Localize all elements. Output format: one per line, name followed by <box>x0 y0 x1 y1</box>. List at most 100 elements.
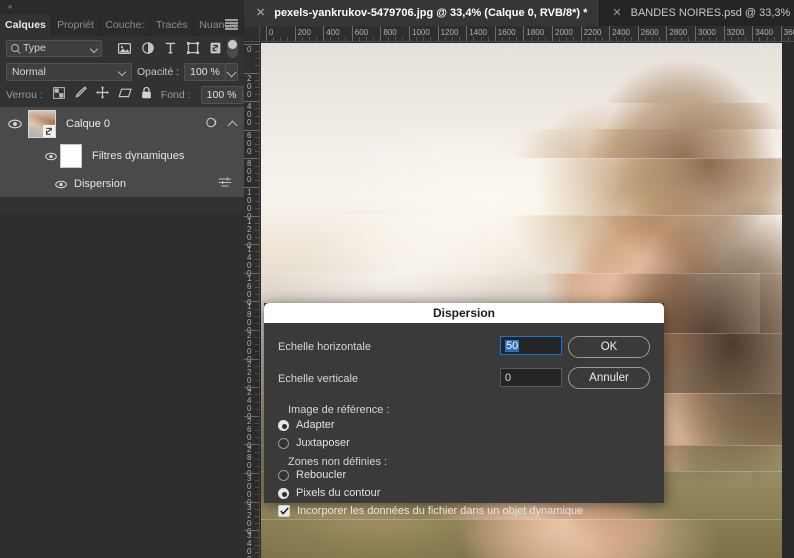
lock-artboard-icon[interactable] <box>118 86 132 104</box>
ruler-minor-tick <box>745 37 747 41</box>
dialog-title-bar[interactable]: Dispersion <box>264 303 664 323</box>
ruler-tick-label: 1400 <box>469 28 487 37</box>
shape-filter-icon[interactable] <box>187 42 199 54</box>
ruler-minor-tick <box>416 37 418 41</box>
smart-filter-icon[interactable] <box>206 115 220 133</box>
document-tab-1-title: pexels-yankrukov-5479706.jpg @ 33,4% (Ca… <box>274 7 588 19</box>
smart-object-filter-icon[interactable] <box>210 42 221 54</box>
layers-panel: « Calques Propriét Couche: Tracés Nuanci… <box>0 0 255 558</box>
ruler-tick-label: 2000 <box>555 28 573 37</box>
undefined-areas-group-title: Zones non définies : <box>288 456 388 468</box>
ruler-tick-label: 1000 <box>412 28 430 37</box>
tab-calques[interactable]: Calques <box>0 14 52 36</box>
dispersion-dialog[interactable]: Dispersion Echelle horizontale 50 Echell… <box>264 303 664 517</box>
chevron-up-icon[interactable] <box>227 120 238 131</box>
document-tab-1[interactable]: ✕ pexels-yankrukov-5479706.jpg @ 33,4% (… <box>244 0 601 26</box>
ruler-minor-tick <box>255 394 259 396</box>
ruler-minor-tick <box>444 37 446 41</box>
ruler-minor-tick <box>301 37 303 41</box>
ruler-tick-label: 2200 <box>583 28 602 37</box>
horizontal-scale-input[interactable]: 50 <box>500 336 562 355</box>
lock-transparency-icon[interactable] <box>52 86 65 104</box>
opacity-dropdown-icon[interactable] <box>226 62 238 81</box>
tab-traces[interactable]: Tracés <box>151 14 195 36</box>
ruler-minor-tick <box>255 494 259 496</box>
ruler-minor-tick <box>401 37 403 41</box>
ruler-minor-tick <box>255 480 259 482</box>
lock-move-icon[interactable] <box>95 86 109 104</box>
lock-paint-icon[interactable] <box>74 86 87 104</box>
ruler-tick-label: 200 <box>247 73 252 99</box>
radio-pixels-du-contour[interactable]: Pixels du contour <box>278 487 380 499</box>
ruler-minor-tick <box>255 79 259 81</box>
ruler-minor-tick <box>255 430 259 432</box>
ruler-minor-tick <box>423 37 425 41</box>
ruler-tick-label: 800 <box>247 159 252 185</box>
photoshop-window: « Calques Propriét Couche: Tracés Nuanci… <box>0 0 794 558</box>
close-icon[interactable]: ✕ <box>612 7 621 19</box>
embed-data-checkbox[interactable]: Incorporer les données du fichier dans u… <box>278 505 583 517</box>
ruler-minor-tick <box>255 322 259 324</box>
cancel-button[interactable]: Annuler <box>568 367 650 389</box>
opacity-label: Opacité : <box>136 65 179 78</box>
ruler-minor-tick <box>473 37 475 41</box>
tab-couches-label: Couche: <box>105 19 145 31</box>
radio-juxtaposer[interactable]: Juxtaposer <box>278 437 350 449</box>
ruler-minor-tick <box>516 37 518 41</box>
ruler-minor-tick <box>255 51 259 53</box>
eye-icon[interactable] <box>6 119 24 129</box>
ruler-minor-tick <box>687 37 689 41</box>
vertical-ruler[interactable]: 0 200 400 600 800 1000 1200 1400 1600 1800 2000 220… <box>244 42 260 558</box>
ruler-minor-tick <box>280 37 282 41</box>
radio-dot-icon <box>278 437 289 449</box>
blend-mode-select[interactable]: Normal <box>6 62 132 81</box>
ruler-minor-tick <box>255 308 259 310</box>
smart-filter-name-label: Dispersion <box>74 178 126 190</box>
layers-list: Calque 0 Filtres dynamiques Dispersion <box>0 107 244 197</box>
text-filter-icon[interactable] <box>165 42 176 54</box>
ruler-minor-tick <box>255 165 259 167</box>
ruler-tick-label: 400 <box>326 28 340 37</box>
eye-icon[interactable] <box>42 152 60 161</box>
tab-proprietes[interactable]: Propriét <box>52 14 101 36</box>
document-area: ✕ pexels-yankrukov-5479706.jpg @ 33,4% (… <box>244 0 794 558</box>
tab-traces-label: Tracés <box>156 19 188 31</box>
hamburger-menu-icon[interactable] <box>225 19 238 30</box>
ruler-tick-label: 1800 <box>526 28 545 37</box>
close-icon[interactable]: ✕ <box>256 7 265 19</box>
radio-adapter-label: Adapter <box>296 419 335 431</box>
ruler-minor-tick <box>673 37 675 41</box>
panel-collapse-bar[interactable]: « <box>0 0 244 14</box>
search-icon <box>11 44 19 52</box>
smart-filter-mask-thumbnail[interactable] <box>60 144 82 168</box>
ruler-minor-tick <box>255 222 259 224</box>
image-filter-icon[interactable] <box>118 42 131 54</box>
radio-adapter[interactable]: Adapter <box>278 419 335 431</box>
adjustment-filter-icon[interactable] <box>142 42 154 54</box>
ruler-minor-tick <box>630 37 632 41</box>
tab-couches[interactable]: Couche: <box>100 14 151 36</box>
eye-icon[interactable] <box>52 180 70 189</box>
opacity-input[interactable]: 100 % <box>184 62 226 81</box>
blending-options-icon[interactable] <box>218 175 232 193</box>
ruler-minor-tick <box>737 37 739 41</box>
document-tab-2[interactable]: ✕ BANDES NOIRES.psd @ 33,3% (Gris/8) <box>600 0 794 26</box>
vertical-scale-input[interactable]: 0 <box>500 368 562 387</box>
ruler-minor-tick <box>487 37 489 41</box>
ruler-minor-tick <box>255 108 259 110</box>
smart-filter-mask-row[interactable]: Filtres dynamiques <box>0 141 244 171</box>
layer-filter-toggle[interactable] <box>227 38 238 58</box>
horizontal-ruler[interactable]: 0 200 400 600 800 1000 1200 1400 1600 1800 2000 220… <box>260 26 794 42</box>
layer-filter-type-select[interactable]: Type <box>6 39 102 57</box>
ruler-minor-tick <box>255 351 259 353</box>
tab-proprietes-label: Propriét <box>57 19 94 31</box>
fill-input[interactable]: 100 % <box>200 86 243 104</box>
ok-button[interactable]: OK <box>568 336 650 358</box>
smart-filter-row-dispersion[interactable]: Dispersion <box>0 171 244 197</box>
lock-all-icon[interactable] <box>141 86 152 104</box>
double-chevron-left-icon[interactable]: « <box>8 3 13 11</box>
ruler-corner[interactable] <box>244 26 260 42</box>
radio-reboucler[interactable]: Reboucler <box>278 469 346 481</box>
layer-thumbnail[interactable] <box>28 110 56 138</box>
layer-row-calque-0[interactable]: Calque 0 <box>0 107 244 141</box>
